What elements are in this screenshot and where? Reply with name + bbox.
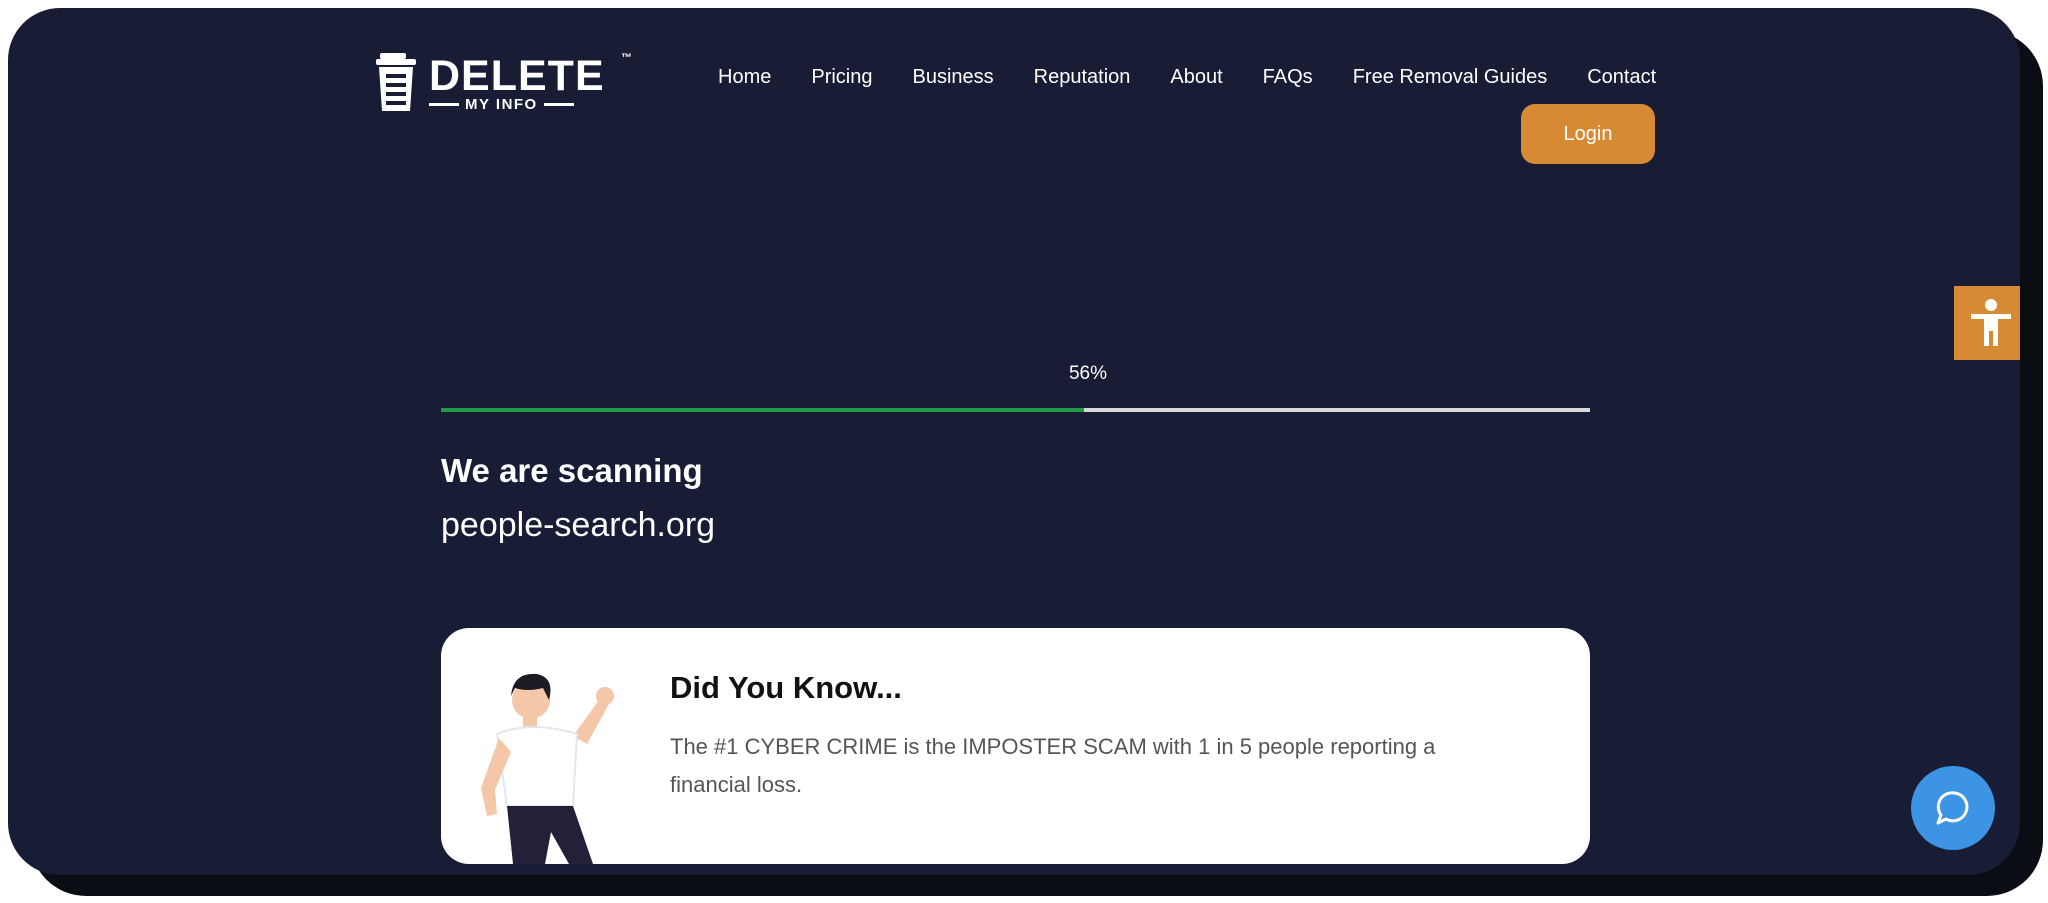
chat-bubble-icon — [1936, 791, 1969, 825]
nav-free-removal-guides[interactable]: Free Removal Guides — [1353, 66, 1548, 89]
browser-page: DELETE ™ MY INFO Home Pricing Business R… — [8, 8, 2020, 875]
login-button[interactable]: Login — [1521, 104, 1655, 164]
main-nav: Home Pricing Business Reputation About F… — [718, 66, 1656, 89]
scan-title: We are scanning — [441, 452, 703, 489]
scan-domain: people-search.org — [441, 506, 716, 544]
scan-progress-bar — [441, 408, 1590, 412]
person-illustration — [481, 673, 614, 864]
nav-contact[interactable]: Contact — [1587, 66, 1656, 89]
card-title: Did You Know... — [670, 670, 902, 705]
brand-trademark: ™ — [621, 52, 632, 64]
did-you-know-card: Did You Know... The #1 CYBER CRIME is th… — [441, 628, 1590, 864]
brand-subtitle: MY INFO — [429, 96, 605, 113]
accessibility-button[interactable] — [1954, 286, 2020, 360]
card-text: The #1 CYBER CRIME is the IMPOSTER SCAM … — [670, 734, 1436, 797]
brand-logo[interactable]: DELETE ™ MY INFO — [374, 46, 632, 116]
nav-about[interactable]: About — [1170, 66, 1222, 89]
nav-business[interactable]: Business — [913, 66, 994, 89]
nav-pricing[interactable]: Pricing — [811, 66, 872, 89]
nav-faqs[interactable]: FAQs — [1263, 66, 1313, 89]
brand-wordmark: DELETE ™ MY INFO — [429, 52, 632, 113]
accessibility-icon — [1971, 299, 2011, 346]
nav-home[interactable]: Home — [718, 66, 771, 89]
trash-can-icon — [376, 53, 416, 111]
progress-percentage: 56% — [1068, 363, 1108, 384]
brand-subtitle-text: MY INFO — [465, 96, 538, 113]
brand-name: DELETE — [429, 52, 605, 100]
nav-reputation[interactable]: Reputation — [1034, 66, 1131, 89]
chat-button[interactable] — [1911, 766, 1995, 850]
scan-progress-fill — [441, 408, 1085, 412]
